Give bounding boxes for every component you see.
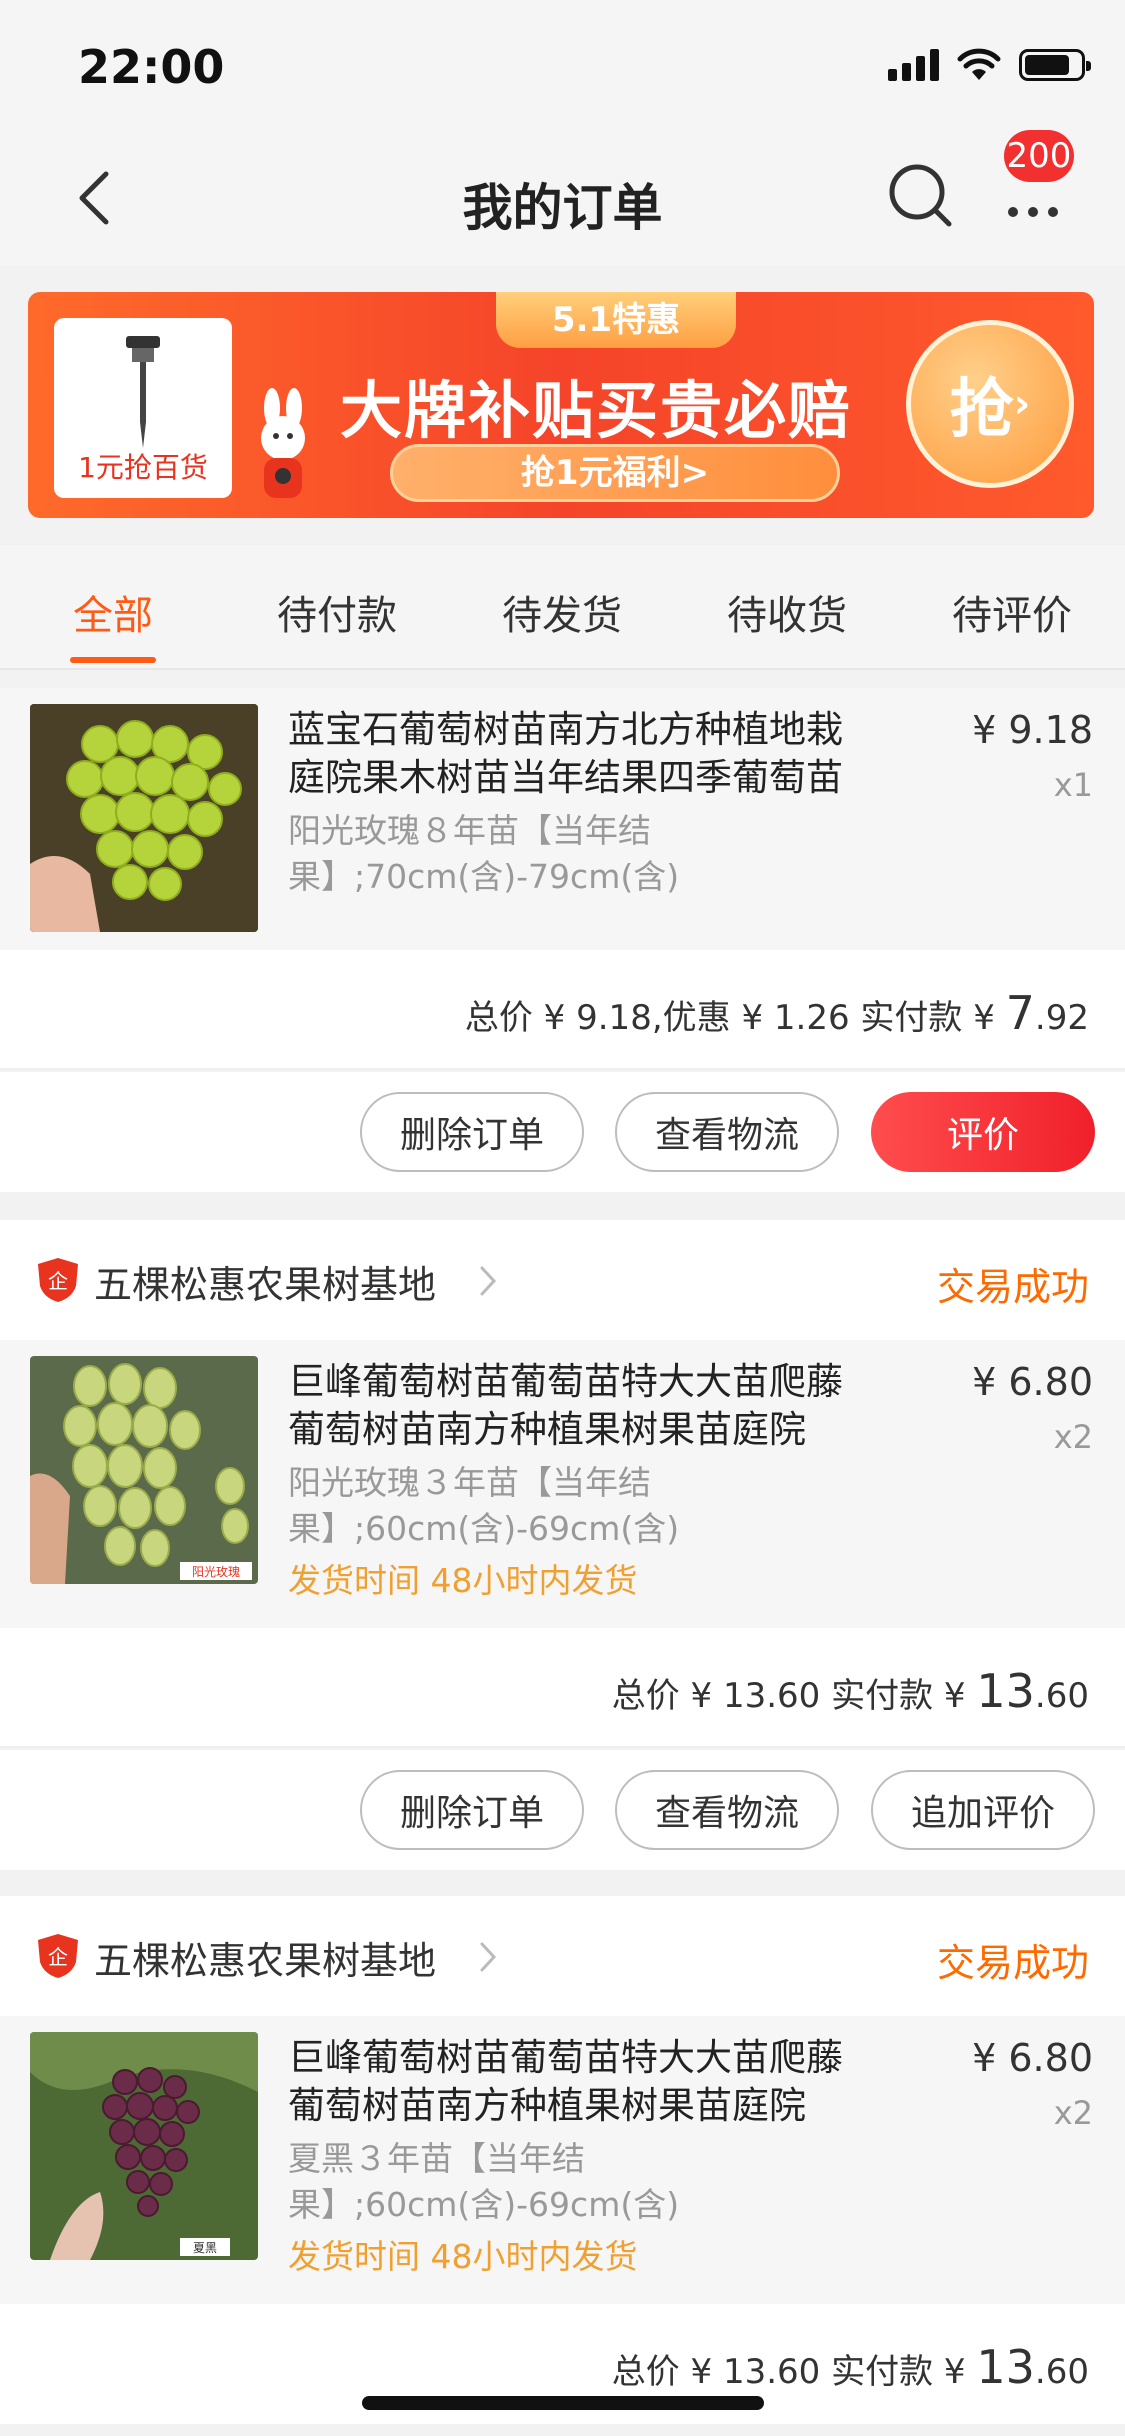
shipping-time: 发货时间 48小时内发货 xyxy=(288,1561,638,1600)
promo-banner[interactable]: 1元抢百货 5.1特惠 大牌补贴买贵必赔 抢1元福利> 抢 › xyxy=(28,292,1094,518)
status-icons xyxy=(888,48,1091,82)
status-bar: 22:00 xyxy=(0,0,1125,130)
search-icon[interactable] xyxy=(885,160,955,230)
total-prefix: 总价 ¥ 13.60 实付款 ¥ xyxy=(611,2352,977,2392)
tab-pending-review[interactable]: 待评价 xyxy=(927,583,1097,641)
shop-name: 五棵松惠农果树基地 xyxy=(94,1939,437,1983)
product-image: 阳光玫瑰 xyxy=(30,1356,258,1584)
tab-pending-payment[interactable]: 待付款 xyxy=(252,583,422,641)
product-title: 巨峰葡萄树苗葡萄苗特大大苗爬藤葡萄树苗南方种植果树果苗庭院 xyxy=(288,2036,843,2127)
banner-grab-button[interactable]: 抢 › xyxy=(906,320,1074,488)
order-item[interactable]: 夏黑 巨峰葡萄树苗葡萄苗特大大苗爬藤葡萄树苗南方种植果树果苗庭院 夏黑３年苗【当… xyxy=(0,2016,1125,2304)
signal-icon xyxy=(888,49,939,81)
shop-name: 五棵松惠农果树基地 xyxy=(94,1263,437,1307)
svg-text:企: 企 xyxy=(48,1945,68,1969)
shipping-time: 发货时间 48小时内发货 xyxy=(288,2237,638,2276)
total-amount-int: 13 xyxy=(976,1664,1035,1718)
product-quantity: x2 xyxy=(1053,2094,1093,2132)
order-total-text: 总价 ¥ 9.18,优惠 ¥ 1.26 实付款 ¥ 7.92 xyxy=(465,986,1089,1040)
total-amount-dec: .92 xyxy=(1034,998,1089,1038)
banner-thumbnail: 1元抢百货 xyxy=(54,318,232,498)
product-title: 蓝宝石葡萄树苗南方北方种植地栽庭院果木树苗当年结果四季葡萄苗 xyxy=(288,708,843,799)
lamp-icon xyxy=(126,336,160,448)
chevron-right-icon xyxy=(480,1266,497,1296)
view-logistics-button[interactable]: 查看物流 xyxy=(615,1092,839,1172)
order-tabs: 全部 待付款 待发货 待收货 待评价 xyxy=(0,545,1125,670)
shop-badge-icon: 企 xyxy=(38,1258,78,1302)
product-price: ¥ 6.80 xyxy=(972,2036,1093,2080)
shop-header[interactable]: 企 五棵松惠农果树基地 交易成功 xyxy=(0,1896,1125,2016)
tab-all[interactable]: 全部 xyxy=(28,583,198,641)
banner-tag: 5.1特惠 xyxy=(496,292,736,348)
chevron-right-icon: › xyxy=(1013,381,1031,427)
total-amount-dec: .60 xyxy=(1034,2352,1089,2392)
svg-text:企: 企 xyxy=(48,1269,68,1293)
product-quantity: x2 xyxy=(1053,1418,1093,1456)
add-review-button[interactable]: 追加评价 xyxy=(871,1770,1095,1850)
view-logistics-button[interactable]: 查看物流 xyxy=(615,1770,839,1850)
product-quantity: x1 xyxy=(1053,766,1093,804)
wifi-icon xyxy=(957,48,1001,80)
product-spec: 阳光玫瑰８年苗【当年结果】;70cm(含)-79cm(含) xyxy=(288,811,680,896)
home-indicator[interactable] xyxy=(362,2396,764,2410)
banner-grab-label: 抢 xyxy=(949,373,1014,447)
shop-header[interactable]: 企 五棵松惠农果树基地 交易成功 xyxy=(0,1220,1125,1340)
order-status: 交易成功 xyxy=(936,1941,1089,1985)
delete-order-button[interactable]: 删除订单 xyxy=(360,1092,584,1172)
product-spec: 夏黑３年苗【当年结果】;60cm(含)-69cm(含) xyxy=(288,2139,680,2224)
page-title: 我的订单 xyxy=(462,179,663,237)
image-label: 阳光玫瑰 xyxy=(192,1564,240,1579)
message-badge: 200 xyxy=(1004,130,1074,182)
order-total-text: 总价 ¥ 13.60 实付款 ¥ 13.60 xyxy=(612,1664,1089,1718)
order-actions: 删除订单 查看物流 追加评价 xyxy=(0,1750,1125,1870)
total-prefix: 总价 ¥ 9.18,优惠 ¥ 1.26 实付款 ¥ xyxy=(464,998,1006,1038)
product-image xyxy=(30,704,258,932)
total-amount-int: 7 xyxy=(1005,986,1035,1040)
total-amount-int: 13 xyxy=(976,2340,1035,2394)
product-image: 夏黑 xyxy=(30,2032,258,2260)
order-actions: 删除订单 查看物流 评价 xyxy=(0,1072,1125,1192)
total-prefix: 总价 ¥ 13.60 实付款 ¥ xyxy=(611,1676,977,1716)
nav-bar: 我的订单 xyxy=(0,130,1125,265)
image-label: 夏黑 xyxy=(193,2241,217,2255)
order-item[interactable]: 蓝宝石葡萄树苗南方北方种植地栽庭院果木树苗当年结果四季葡萄苗 阳光玫瑰８年苗【当… xyxy=(0,688,1125,950)
order-total: 总价 ¥ 9.18,优惠 ¥ 1.26 实付款 ¥ 7.92 xyxy=(0,950,1125,1070)
total-amount-dec: .60 xyxy=(1034,1676,1089,1716)
order-total-text: 总价 ¥ 13.60 实付款 ¥ 13.60 xyxy=(612,2340,1089,2394)
banner-headline: 大牌补贴买贵必赔 xyxy=(340,374,853,447)
divider xyxy=(0,668,1125,670)
tab-pending-shipment[interactable]: 待发货 xyxy=(477,583,647,641)
tab-active-indicator xyxy=(70,657,156,663)
tab-pending-receipt[interactable]: 待收货 xyxy=(702,583,872,641)
review-button[interactable]: 评价 xyxy=(871,1092,1095,1172)
product-title: 巨峰葡萄树苗葡萄苗特大大苗爬藤葡萄树苗南方种植果树果苗庭院 xyxy=(288,1360,843,1451)
order-total: 总价 ¥ 13.60 实付款 ¥ 13.60 xyxy=(0,1628,1125,1748)
banner-thumb-label: 1元抢百货 xyxy=(78,451,208,484)
product-spec: 阳光玫瑰３年苗【当年结果】;60cm(含)-69cm(含) xyxy=(288,1463,680,1548)
status-time: 22:00 xyxy=(78,40,225,94)
delete-order-button[interactable]: 删除订单 xyxy=(360,1770,584,1850)
battery-icon xyxy=(1019,49,1091,81)
product-price: ¥ 6.80 xyxy=(972,1360,1093,1404)
order-status: 交易成功 xyxy=(936,1265,1089,1309)
banner-sub-button[interactable]: 抢1元福利> xyxy=(390,444,840,502)
order-item[interactable]: 阳光玫瑰 巨峰葡萄树苗葡萄苗特大大苗爬藤葡萄树苗南方种植果树果苗庭院 阳光玫瑰３… xyxy=(0,1340,1125,1628)
product-price: ¥ 9.18 xyxy=(972,708,1093,752)
bunny-mascot-icon xyxy=(261,388,305,498)
shop-badge-icon: 企 xyxy=(38,1934,78,1978)
chevron-right-icon xyxy=(480,1942,497,1972)
